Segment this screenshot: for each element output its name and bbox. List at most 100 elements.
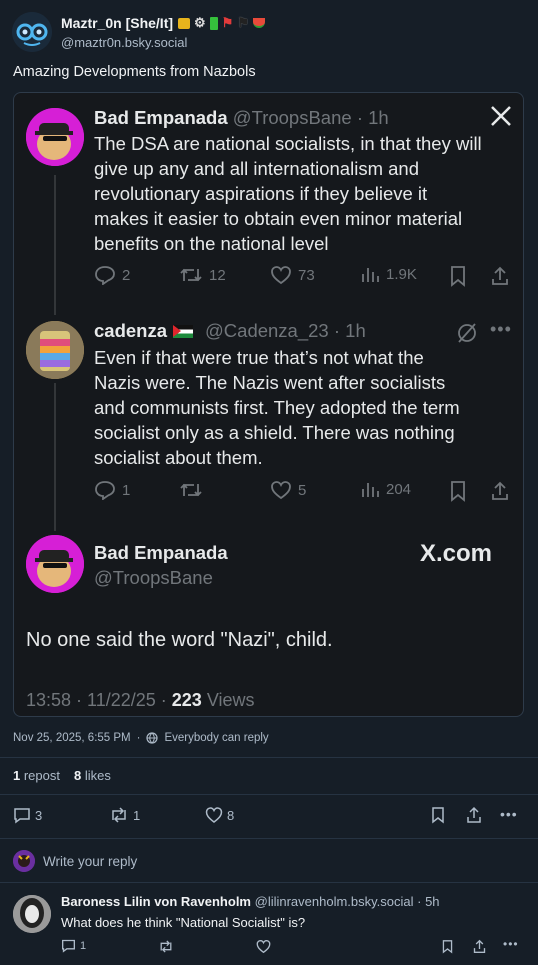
tweet1-text: The DSA are national socialists, in that… [94,131,482,256]
reply-header: Baroness Lilin von Ravenholm @lilinraven… [61,894,440,909]
tweet3-meta: 13:58 · 11/22/25 · 223 Views [26,690,255,711]
author-name[interactable]: Maztr_0n [She/It] ⚙ ⚑ ⚑ [61,15,265,31]
reply-icon [14,808,30,824]
count: 5 [298,481,307,499]
more-icon: ••• [490,319,512,339]
gear-icon: ⚙ [194,15,206,30]
tweet3-views-count: 223 [171,690,202,710]
heart-icon [271,481,291,500]
bookmark-icon[interactable] [430,806,446,824]
count: 1.9K [386,265,417,283]
bookmark-icon[interactable] [441,939,454,954]
tweet2-handle: @Cadenza_23 · 1h [205,320,366,341]
reply-reply-button[interactable]: 1 [61,938,86,953]
heart-icon [271,266,291,285]
count: 2 [122,266,131,284]
reply-icon [95,266,115,285]
tweet2-likes: 5 [270,480,306,500]
globe-icon [146,732,159,744]
tweet1-avatar [26,108,84,166]
repost-icon [112,807,126,823]
xcom-brand: X.com [420,540,493,567]
retweet-icon [180,268,202,282]
repost-count: 1 [133,807,141,823]
reply-author-name[interactable]: Baroness Lilin von Ravenholm [61,894,251,909]
count: 73 [298,266,315,284]
reply-icon [95,481,115,500]
tweet3-views-label: Views [201,690,255,710]
palestine-flag-icon [173,324,194,338]
repost-count-link[interactable]: 1 repost [13,768,60,783]
heart-icon [205,807,223,823]
my-avatar [13,850,35,872]
text-line: give up any and all internationalism and [94,158,419,179]
thread-line [54,383,56,531]
repost-label: repost [20,768,60,783]
share-icon [492,481,508,500]
count: 204 [386,480,412,498]
tweet2-replies: 1 [94,480,130,500]
repost-button[interactable]: 1 [109,806,140,824]
text-line: makes it easier to obtain even minor mat… [94,208,463,229]
share-icon[interactable] [465,806,483,824]
tweet2-views: 204 [360,480,411,498]
tweet2-retweets [179,480,209,500]
post-date[interactable]: Nov 25, 2025, 6:55 PM [13,732,131,744]
tweet2-header: cadenza @Cadenza_23 · 1h [94,320,366,342]
more-options-icon[interactable]: ••• [500,806,518,822]
views-icon [362,483,379,497]
tweet1-header: Bad Empanada @TroopsBane · 1h [94,107,389,129]
repost-icon[interactable] [158,939,174,954]
like-count: 8 [227,807,235,823]
divider [0,757,538,758]
heart-icon[interactable] [256,939,271,954]
post-text: Amazing Developments from Nazbols [13,64,256,80]
red-flag-icon: ⚑ [221,15,234,30]
reply-composer[interactable]: Write your reply [13,850,137,872]
text-line: and communists first. They adopted the t… [94,397,460,418]
tweet3-avatar [26,535,84,593]
tweet1-views: 1.9K [360,265,417,283]
tweet2-text: Even if that were true that’s not what t… [94,345,460,470]
tweet3-handle: @TroopsBane [94,567,213,588]
watermelon-icon [252,18,265,28]
tweet2-name: cadenza [94,320,168,341]
grok-icon [456,322,478,344]
share-icon [492,266,508,285]
badge-icon-yellow [178,17,191,29]
like-button[interactable]: 8 [205,806,234,824]
reply-placeholder: Write your reply [43,853,138,869]
reply-count: 3 [35,807,43,823]
text-line: revolutionary aspirations if they believ… [94,183,428,204]
count: 12 [209,266,226,284]
tweet1-likes: 73 [270,265,315,285]
text-line: socialist about them. [94,447,263,468]
more-options-icon[interactable]: ••• [503,937,519,951]
text-line: benefits on the national level [94,233,329,254]
like-count-link[interactable]: 8 likes [74,768,111,783]
tweet1-replies: 2 [94,265,130,285]
reply-text: What does he think "National Socialist" … [61,915,306,930]
thread-line [54,175,56,315]
x-logo-icon [490,105,512,127]
share-icon[interactable] [472,939,487,954]
reply-button[interactable]: 3 [13,806,42,824]
text-line: The DSA are national socialists, in that… [94,133,482,154]
emoji-badges: ⚙ ⚑ ⚑ [178,15,265,31]
retweet-icon [180,483,202,497]
battery-icon [209,16,218,30]
bookmark-icon [451,266,465,287]
engagement-counts: 1 repost 8 likes [13,768,111,783]
reply-setting[interactable]: Everybody can reply [164,732,268,744]
views-icon [362,268,379,282]
divider [0,794,538,795]
embedded-image[interactable]: Bad Empanada @TroopsBane · 1h The DSA ar… [13,92,524,717]
reply-avatar[interactable] [13,895,51,933]
author-handle[interactable]: @maztr0n.bsky.social [61,35,187,50]
tweet1-retweets: 12 [179,265,226,285]
tweet3-timestamp: 13:58 · 11/22/25 · [26,690,172,710]
divider [0,838,538,839]
like-label: likes [81,768,111,783]
author-avatar[interactable] [12,12,52,52]
reply-author-handle[interactable]: @lilinravenholm.bsky.social · 5h [255,894,440,909]
